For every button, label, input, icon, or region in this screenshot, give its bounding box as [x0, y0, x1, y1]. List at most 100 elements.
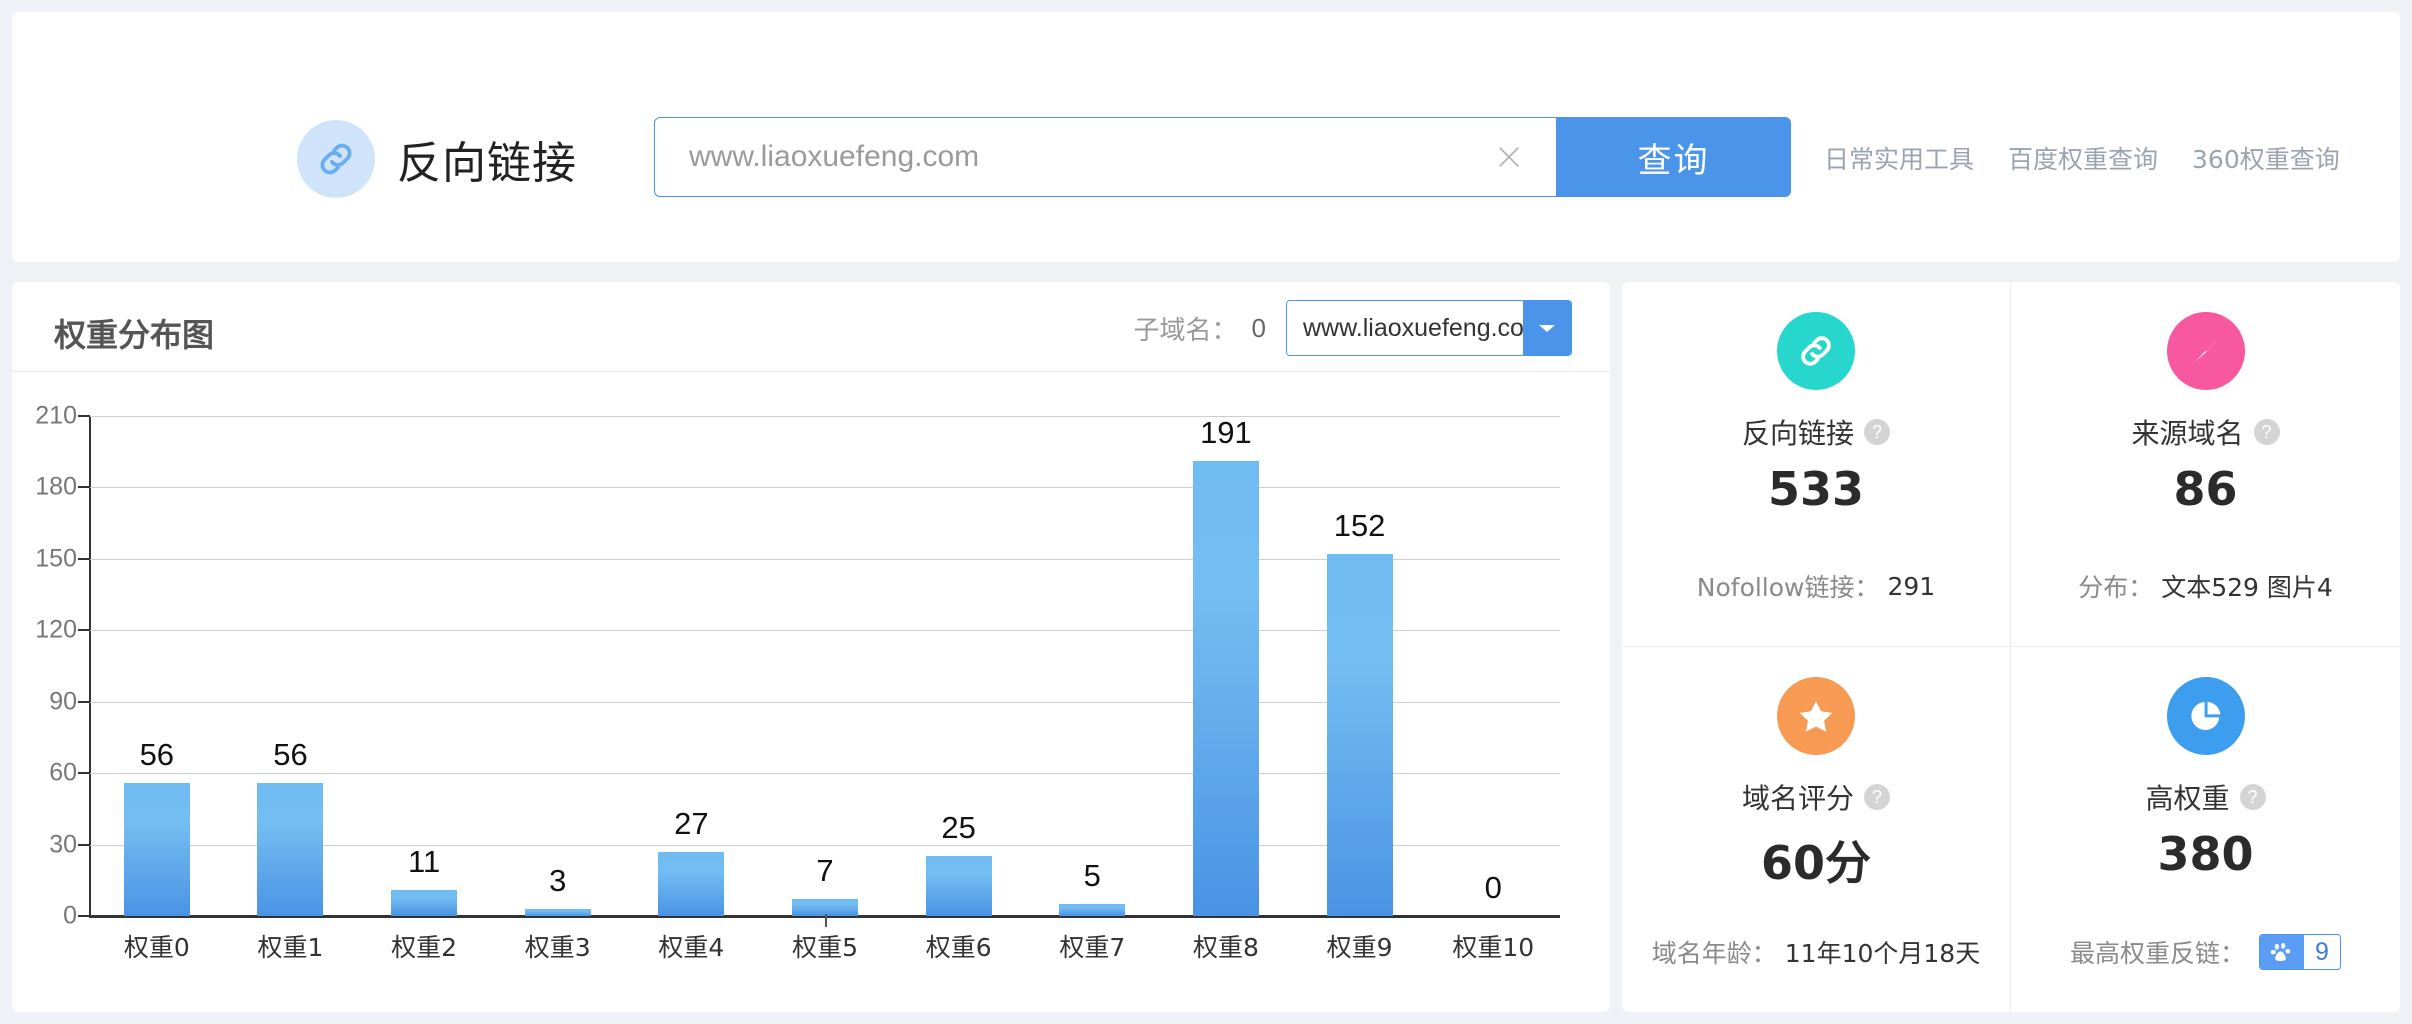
bar-series: 56 56 11 3 27 7 25 5 191 152 0 — [90, 415, 1560, 916]
bar-item[interactable]: 7 — [758, 416, 892, 916]
domain-select[interactable]: www.liaoxuefeng.com — [1286, 300, 1572, 356]
bar-item[interactable]: 152 — [1293, 416, 1427, 916]
help-icon[interactable]: ? — [2253, 419, 2280, 445]
bar-value-label: 27 — [674, 805, 709, 841]
stat-card-backlinks: 反向链接 ? 533 Nofollow链接： 291 — [1622, 282, 2011, 647]
bar-rect[interactable] — [658, 851, 725, 916]
stat-subtext: 最高权重反链： 9 — [2011, 934, 2400, 970]
y-tick-mark — [78, 629, 90, 632]
stat-card-domain-score: 域名评分 ? 60分 域名年龄： 11年10个月18天 — [1622, 647, 2011, 1012]
bar-item[interactable]: 27 — [625, 416, 759, 916]
bar-rect[interactable] — [123, 782, 190, 916]
stat-sub-value: 11年10个月18天 — [1784, 939, 1981, 968]
baidu-weight-value: 9 — [2304, 935, 2340, 969]
search-input[interactable] — [689, 140, 1492, 174]
x-tick-label: 权重2 — [357, 914, 827, 964]
search-bar: 查询 — [654, 117, 1791, 197]
y-tick-mark — [78, 486, 90, 489]
stat-label: 来源域名 — [2131, 417, 2244, 450]
help-icon[interactable]: ? — [1864, 784, 1890, 810]
nav-link-baidu-weight[interactable]: 百度权重查询 — [2008, 140, 2158, 176]
y-tick-mark — [78, 415, 90, 417]
stat-value: 60分 — [1760, 836, 1871, 890]
x-tick-label: 权重10 — [825, 914, 1560, 964]
bar-value-label: 191 — [1200, 415, 1252, 451]
bar-value-label: 11 — [408, 843, 441, 879]
plot-area: 56 56 11 3 27 7 25 5 191 152 0 — [78, 415, 1560, 918]
help-icon[interactable]: ? — [2239, 784, 2266, 810]
search-box — [654, 117, 1556, 197]
stat-value: 533 — [1767, 462, 1865, 516]
pie-chart-icon — [2166, 677, 2245, 755]
stats-panel: 反向链接 ? 533 Nofollow链接： 291 来源域名 ? 86 分布：… — [1622, 282, 2400, 1012]
bar-rect[interactable] — [257, 782, 324, 916]
bar-value-label: 152 — [1333, 508, 1386, 544]
brand-title: 反向链接 — [397, 138, 577, 189]
nav-link-daily-tools[interactable]: 日常实用工具 — [1824, 140, 1974, 176]
y-tick-label: 210 — [35, 401, 77, 430]
subdomain-selector-area: 子域名： 0 www.liaoxuefeng.com — [1134, 300, 1572, 356]
stat-subtext: Nofollow链接： 291 — [1622, 568, 2010, 604]
bar-value-label: 0 — [1484, 870, 1502, 905]
y-tick-mark — [78, 557, 90, 560]
x-tick-mark — [825, 914, 827, 927]
help-icon[interactable]: ? — [1864, 419, 1890, 445]
bar-item[interactable]: 56 — [90, 416, 224, 916]
stat-label: 域名评分 — [1741, 782, 1854, 815]
stat-sub-value: 文本529 图片4 — [2161, 573, 2333, 602]
bar-item[interactable]: 0 — [1426, 416, 1560, 916]
y-tick-mark — [78, 772, 90, 775]
y-tick-mark — [78, 915, 90, 917]
stat-sub-label: 分布： — [2078, 573, 2154, 602]
bar-rect[interactable] — [1326, 554, 1393, 916]
bar-rect[interactable] — [1059, 904, 1126, 916]
bar-rect[interactable] — [391, 889, 458, 916]
x-tick-label: 权重3 — [491, 914, 827, 964]
y-tick-label: 150 — [35, 544, 77, 573]
bar-value-label: 3 — [549, 862, 567, 898]
chevron-down-icon[interactable] — [1523, 301, 1571, 355]
x-tick-label: 权重9 — [825, 914, 1427, 964]
chain-link-icon — [297, 120, 375, 198]
star-icon — [1777, 677, 1855, 755]
y-tick-label: 120 — [35, 615, 77, 644]
x-tick-label: 权重6 — [825, 914, 1026, 964]
stat-card-high-weight: 高权重 ? 380 最高权重反链： 9 — [2011, 647, 2400, 1012]
x-tick-label: 权重7 — [825, 914, 1159, 964]
brand: 反向链接 — [297, 120, 577, 198]
bar-item[interactable]: 5 — [1025, 416, 1159, 916]
stat-label: 反向链接 — [1741, 417, 1854, 450]
compass-navigate-icon — [2166, 312, 2245, 390]
bar-item[interactable]: 3 — [491, 416, 625, 916]
x-tick-label: 权重0 — [90, 914, 827, 964]
bar-item[interactable]: 191 — [1159, 415, 1293, 916]
y-tick-label: 90 — [49, 687, 77, 716]
y-tick-mark — [78, 700, 90, 703]
baidu-weight-badge[interactable]: 9 — [2259, 934, 2341, 970]
x-tick-label: 权重8 — [825, 914, 1293, 964]
subdomain-label: 子域名： — [1133, 315, 1238, 346]
stat-sub-label: 域名年龄： — [1651, 939, 1777, 968]
page-title: 权重分布图 — [54, 316, 215, 354]
bar-value-label: 56 — [139, 736, 175, 772]
stat-subtext: 分布： 文本529 图片4 — [2011, 568, 2400, 604]
close-icon[interactable] — [1492, 140, 1526, 174]
y-tick-label: 180 — [35, 472, 77, 501]
bar-value-label: 7 — [816, 853, 834, 889]
stat-subtext: 域名年龄： 11年10个月18天 — [1622, 934, 2010, 970]
nav-link-360-weight[interactable]: 360权重查询 — [2192, 140, 2340, 176]
bar-item[interactable]: 11 — [357, 416, 491, 916]
bar-item[interactable]: 25 — [892, 416, 1026, 916]
search-button[interactable]: 查询 — [1556, 117, 1791, 197]
bar-rect[interactable] — [925, 856, 992, 916]
bar-rect[interactable] — [1192, 461, 1259, 916]
bar-rect[interactable] — [524, 908, 591, 916]
x-tick-label: 权重1 — [224, 914, 827, 964]
stat-sub-label: Nofollow链接： — [1696, 573, 1880, 602]
stat-label: 高权重 — [2145, 782, 2230, 815]
domain-select-value: www.liaoxuefeng.com — [1287, 301, 1545, 355]
bar-value-label: 5 — [1083, 858, 1101, 894]
bar-item[interactable]: 56 — [224, 416, 358, 916]
y-tick-label: 60 — [49, 758, 77, 787]
y-tick-label: 30 — [49, 830, 77, 859]
